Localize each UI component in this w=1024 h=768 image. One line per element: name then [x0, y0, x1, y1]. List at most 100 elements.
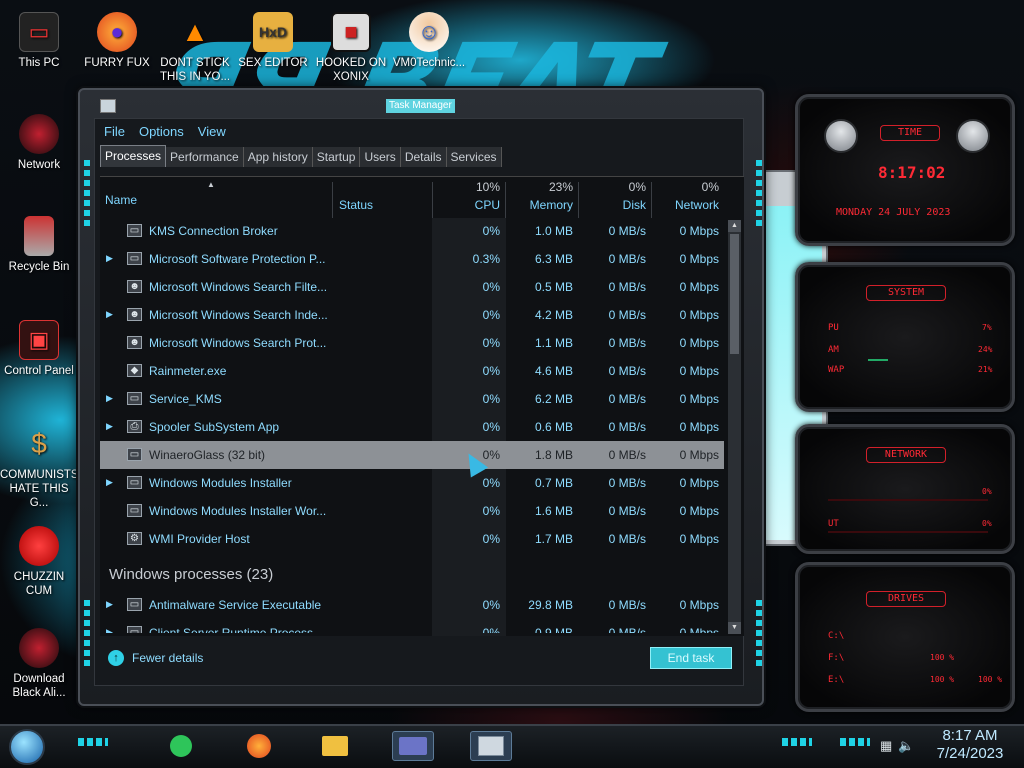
process-network: 0 Mbps	[679, 476, 719, 490]
chevron-right-icon[interactable]: ▶	[106, 627, 113, 633]
column-header-disk[interactable]: 0% Disk	[580, 180, 646, 218]
table-row[interactable]: ▭ WinaeroGlass (32 bit) 0% 1.8 MB 0 MB/s 0 Mb…	[100, 441, 724, 469]
user-icon: ☻	[127, 336, 142, 349]
process-disk: 0 MB/s	[608, 598, 646, 612]
tab-details[interactable]: Details	[400, 147, 447, 167]
column-divider	[505, 182, 506, 218]
menu-view[interactable]: View	[198, 124, 226, 139]
cpu-value: 7%	[982, 323, 992, 332]
desktop-icon-label: Network	[17, 159, 61, 171]
column-header-label: Disk	[622, 198, 646, 212]
scroll-thumb[interactable]	[730, 234, 739, 354]
table-row[interactable]: ▶ ▭ Microsoft Software Protection P... 0.3%…	[100, 245, 724, 273]
desktop-icon-this-pc[interactable]: ▭ This PC	[0, 12, 78, 70]
volume-icon[interactable]: 🔈	[898, 738, 914, 754]
process-name: Antimalware Service Executable	[149, 598, 322, 612]
start-button[interactable]	[9, 729, 45, 765]
table-row[interactable]: ☻ Microsoft Windows Search Prot... 0% 1.1 M…	[100, 329, 724, 357]
table-row[interactable]: ☻ Microsoft Windows Search Filte... 0% 0.5 …	[100, 273, 724, 301]
desktop-icon-hooked-on-xonix[interactable]: ■ HOOKED ON XONIX	[312, 12, 390, 84]
drop-icon: ◆	[127, 364, 142, 377]
window-icon: ▭	[127, 392, 142, 405]
process-network: 0 Mbps	[679, 392, 719, 406]
table-row[interactable]: ▶ ▭ Windows Modules Installer 0% 0.7 MB 0 MB/…	[100, 469, 724, 497]
desktop-icon-recycle-bin[interactable]: Recycle Bin	[0, 216, 78, 274]
chevron-right-icon[interactable]: ▶	[106, 253, 113, 264]
desktop-icon-vm0technic[interactable]: ☺ VM0Technic...	[390, 12, 468, 70]
process-cpu: 0%	[482, 532, 500, 546]
fewer-details-button[interactable]: ↑ Fewer details	[108, 650, 203, 666]
table-row[interactable]: ▶ ☻ Microsoft Windows Search Inde... 0% 4.2 …	[100, 301, 724, 329]
tab-users[interactable]: Users	[360, 147, 401, 167]
column-header-name[interactable]: ▲ Name	[105, 180, 330, 218]
table-row[interactable]: ▭ KMS Connection Broker 0% 1.0 MB 0 MB/s 0 Mb…	[100, 217, 724, 245]
money-bag-icon: $	[31, 428, 47, 459]
scroll-down-button[interactable]: ▼	[728, 622, 741, 634]
user-icon: ☻	[127, 280, 142, 293]
scroll-up-button[interactable]: ▲	[728, 220, 741, 232]
process-name: Microsoft Windows Search Filte...	[149, 280, 328, 294]
window-title: Task Manager	[386, 99, 455, 113]
table-row[interactable]: ⚙ WMI Provider Host 0% 1.7 MB 0 MB/s 0 Mbps	[100, 525, 724, 553]
system-widget: SYSTEM PU 7% AM 24% WAP 21%	[795, 262, 1015, 412]
process-disk: 0 MB/s	[608, 420, 646, 434]
network-tray-icon[interactable]: ▦	[880, 738, 892, 754]
table-row[interactable]: ◆ Rainmeter.exe 0% 4.6 MB 0 MB/s 0 Mbps	[100, 357, 724, 385]
chuzzle-icon	[19, 526, 59, 566]
chevron-right-icon[interactable]: ▶	[106, 477, 113, 488]
system-graph	[868, 359, 888, 361]
table-row[interactable]: ▭ Windows Modules Installer Wor... 0% 1.6 M…	[100, 497, 724, 525]
end-task-button[interactable]: End task	[650, 647, 732, 669]
tab-app-history[interactable]: App history	[243, 147, 313, 167]
chevron-right-icon[interactable]: ▶	[106, 393, 113, 404]
taskbar-app-notes[interactable]	[160, 731, 202, 761]
tab-processes[interactable]: Processes	[100, 145, 167, 167]
taskbar-app-card[interactable]	[392, 731, 434, 761]
column-header-network[interactable]: 0% Network	[653, 180, 719, 218]
column-header-cpu[interactable]: 10% CPU	[434, 180, 500, 218]
process-memory: 0.9 MB	[534, 626, 573, 633]
computer-icon: ▭	[19, 12, 59, 52]
menu-options[interactable]: Options	[139, 124, 184, 139]
desktop-icon-chuzzin[interactable]: CHUZZIN CUM	[0, 526, 78, 598]
time-widget: TIME 8:17:02 MONDAY 24 JULY 2023	[795, 94, 1015, 246]
taskbar	[0, 724, 1024, 768]
table-scrollbar[interactable]: ▲ ▼	[728, 220, 741, 634]
task-manager-app-icon[interactable]	[100, 99, 116, 113]
tab-services[interactable]: Services	[446, 147, 502, 167]
table-row[interactable]: ▶ ▭ Client Server Runtime Process 0% 0.9 MB 0…	[100, 619, 724, 633]
taskbar-clock[interactable]: 8:17 AM 7/24/2023	[920, 727, 1020, 763]
table-row[interactable]: ▶ ▭ Service_KMS 0% 6.2 MB 0 MB/s 0 Mbps	[100, 385, 724, 413]
taskbar-app-firefox[interactable]	[238, 731, 280, 761]
desktop-icon-communists[interactable]: $ COMMUNISTS HATE THIS G...	[0, 424, 79, 510]
doctor-icon: ☺	[409, 12, 449, 52]
chevron-right-icon[interactable]: ▶	[106, 421, 113, 432]
column-header-status[interactable]: Status	[339, 180, 429, 218]
menu-file[interactable]: File	[104, 124, 125, 139]
hxd-icon: HxD	[253, 12, 293, 52]
column-header-label: Name	[105, 193, 138, 207]
table-row[interactable]: ▶ ▭ Antimalware Service Executable 0% 29.8 M…	[100, 591, 724, 619]
desktop-icon-sex-editor[interactable]: HxD SEX EDITOR	[234, 12, 312, 70]
desktop-icon-dont-stick[interactable]: ▲ DONT STICK THIS IN YO...	[156, 12, 234, 84]
desktop-icon-download-black-ali[interactable]: Download Black Ali...	[0, 628, 78, 700]
chevron-right-icon[interactable]: ▶	[106, 599, 113, 610]
process-disk: 0 MB/s	[608, 280, 646, 294]
window-icon: ▭	[127, 598, 142, 611]
window-accent-right	[756, 160, 762, 230]
process-name: Service_KMS	[149, 392, 222, 406]
desktop-icon-network[interactable]: Network	[0, 114, 78, 172]
desktop-icon-label: HOOKED ON XONIX	[315, 57, 387, 83]
desktop-icon-furry-fux[interactable]: ● FURRY FUX	[78, 12, 156, 70]
tab-performance[interactable]: Performance	[166, 147, 244, 167]
chevron-right-icon[interactable]: ▶	[106, 309, 113, 320]
xonix-icon: ■	[331, 12, 371, 52]
arrow-up-icon: ↑	[108, 650, 124, 666]
taskbar-app-explorer[interactable]	[314, 731, 356, 761]
taskbar-app-task-manager[interactable]	[470, 731, 512, 761]
tab-startup[interactable]: Startup	[312, 147, 361, 167]
column-header-memory[interactable]: 23% Memory	[507, 180, 573, 218]
table-row[interactable]: ▶ ⎙ Spooler SubSystem App 0% 0.6 MB 0 MB/s 0 M…	[100, 413, 724, 441]
desktop-icon-label: This PC	[18, 57, 60, 69]
desktop-icon-control-panel[interactable]: ▣ Control Panel	[0, 320, 78, 378]
